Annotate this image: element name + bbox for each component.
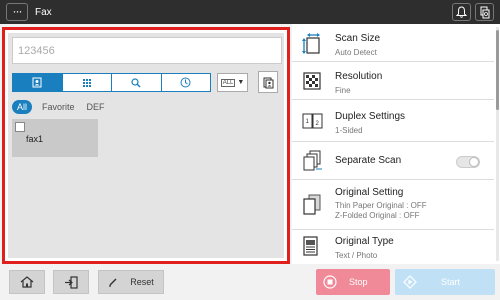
- home-icon: [20, 276, 34, 288]
- bottom-bar: Reset Stop Start: [0, 264, 500, 300]
- login-door-icon: [65, 275, 78, 289]
- index-dropdown[interactable]: ALL ▼: [217, 73, 248, 92]
- address-register-icon: [263, 77, 273, 88]
- resolution-title: Resolution: [335, 71, 383, 82]
- separate-scan-title: Separate Scan: [335, 155, 402, 166]
- bell-button[interactable]: [452, 3, 471, 21]
- destination-input[interactable]: 123456: [12, 37, 282, 64]
- start-icon: [403, 275, 417, 289]
- menu-button[interactable]: ···: [6, 3, 28, 21]
- reset-label: Reset: [130, 277, 154, 287]
- eraser-icon: [109, 278, 117, 287]
- index-dropdown-label: ALL: [220, 78, 236, 87]
- separate-scan-icon: [302, 150, 324, 172]
- bell-icon: [456, 6, 467, 18]
- toggle-knob: [469, 157, 479, 167]
- start-label: Start: [441, 277, 461, 287]
- duplex-icon: 12: [302, 111, 324, 131]
- destination-panel-inner: 123456 ALL ▼ All Favorite DEF fax1: [8, 33, 284, 258]
- user-access-button[interactable]: [53, 270, 89, 294]
- search-icon: [131, 77, 141, 87]
- original-type-value: Text / Photo: [335, 251, 378, 260]
- scan-size-icon: [302, 33, 322, 55]
- caret-down-icon: ▼: [237, 79, 245, 86]
- setting-resolution[interactable]: Resolution Fine: [292, 62, 494, 100]
- category-filters: All Favorite DEF: [12, 100, 117, 114]
- keypad-icon: [82, 78, 91, 87]
- separate-scan-toggle[interactable]: [456, 156, 480, 168]
- duplex-value: 1-Sided: [335, 126, 363, 135]
- filter-favorite[interactable]: Favorite: [42, 102, 75, 112]
- top-bar: ··· Fax: [0, 0, 500, 24]
- settings-list: Scan Size Auto Detect Resolution Fine 12…: [292, 24, 500, 264]
- tab-search[interactable]: [112, 74, 162, 91]
- original-setting-thin-paper: Thin Paper Original : OFF: [335, 201, 427, 210]
- reset-button[interactable]: Reset: [98, 270, 164, 294]
- filter-def[interactable]: DEF: [87, 102, 105, 112]
- history-icon: [180, 77, 191, 88]
- tab-keypad[interactable]: [63, 74, 112, 91]
- tab-address-book[interactable]: [13, 74, 63, 91]
- stop-icon: [323, 275, 337, 289]
- scan-size-value: Auto Detect: [335, 48, 377, 57]
- app-title: Fax: [35, 6, 52, 18]
- original-setting-z-folded: Z-Folded Original : OFF: [335, 211, 420, 220]
- destination-entry[interactable]: fax1: [12, 119, 98, 157]
- resolution-icon: [302, 71, 322, 91]
- setting-scan-size[interactable]: Scan Size Auto Detect: [292, 24, 494, 62]
- destination-search-tabs: [12, 73, 211, 92]
- original-type-icon: [302, 236, 320, 258]
- setting-separate-scan[interactable]: Separate Scan: [292, 142, 494, 180]
- original-setting-icon: [302, 194, 322, 216]
- settings-scrollbar-thumb[interactable]: [496, 30, 499, 110]
- original-type-title: Original Type: [335, 236, 394, 247]
- tab-history[interactable]: [162, 74, 211, 91]
- entry-checkbox[interactable]: [15, 122, 25, 132]
- original-setting-title: Original Setting: [335, 187, 404, 198]
- job-status-button[interactable]: [475, 3, 494, 21]
- setting-original-type[interactable]: Original Type Text / Photo: [292, 230, 494, 264]
- resolution-value: Fine: [335, 86, 351, 95]
- address-book-icon: [32, 77, 42, 88]
- scan-size-title: Scan Size: [335, 33, 381, 44]
- stop-label: Stop: [349, 277, 368, 287]
- job-status-icon: [480, 6, 489, 18]
- entry-name: fax1: [26, 134, 44, 144]
- start-button[interactable]: Start: [395, 269, 495, 295]
- setting-original-setting[interactable]: Original Setting Thin Paper Original : O…: [292, 180, 494, 230]
- destination-panel: 123456 ALL ▼ All Favorite DEF fax1: [2, 27, 290, 264]
- setting-duplex[interactable]: 12 Duplex Settings 1-Sided: [292, 100, 494, 142]
- duplex-title: Duplex Settings: [335, 111, 406, 122]
- stop-button[interactable]: Stop: [316, 269, 390, 295]
- filter-all[interactable]: All: [12, 100, 33, 114]
- register-address-button[interactable]: [258, 71, 278, 93]
- home-button[interactable]: [9, 270, 45, 294]
